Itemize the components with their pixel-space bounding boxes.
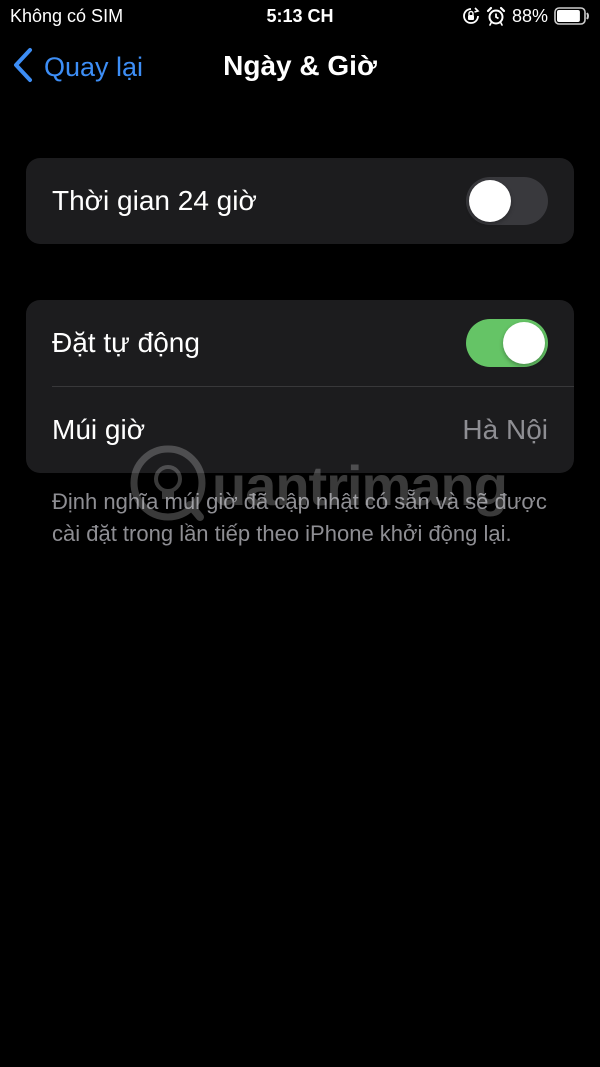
row-24-hour-time: Thời gian 24 giờ: [26, 158, 574, 244]
battery-icon: [554, 7, 590, 25]
toggle-knob: [469, 180, 511, 222]
row-label-24-hour-time: Thời gian 24 giờ: [52, 185, 257, 216]
lightbulb-logo-icon: [128, 443, 208, 528]
toggle-knob: [503, 322, 545, 364]
battery-fill: [557, 10, 580, 22]
watermark: uantrimang: [128, 440, 508, 530]
status-bar: Không có SIM 5:13 CH 88%: [0, 0, 600, 34]
row-set-automatically: Đặt tự động: [26, 300, 574, 386]
orientation-lock-icon: [462, 7, 480, 25]
toggle-24-hour-time[interactable]: [466, 177, 548, 225]
watermark-text: uantrimang: [212, 453, 508, 517]
status-icons: 88%: [462, 5, 590, 27]
settings-group-time-format: Thời gian 24 giờ: [26, 158, 574, 244]
navigation-bar: Quay lại Ngày & Giờ: [0, 40, 600, 94]
alarm-icon: [486, 6, 506, 26]
page-title: Ngày & Giờ: [223, 50, 377, 81]
row-label-set-automatically: Đặt tự động: [52, 327, 200, 358]
battery-percent: 88%: [511, 5, 548, 26]
toggle-set-automatically[interactable]: [466, 319, 548, 367]
